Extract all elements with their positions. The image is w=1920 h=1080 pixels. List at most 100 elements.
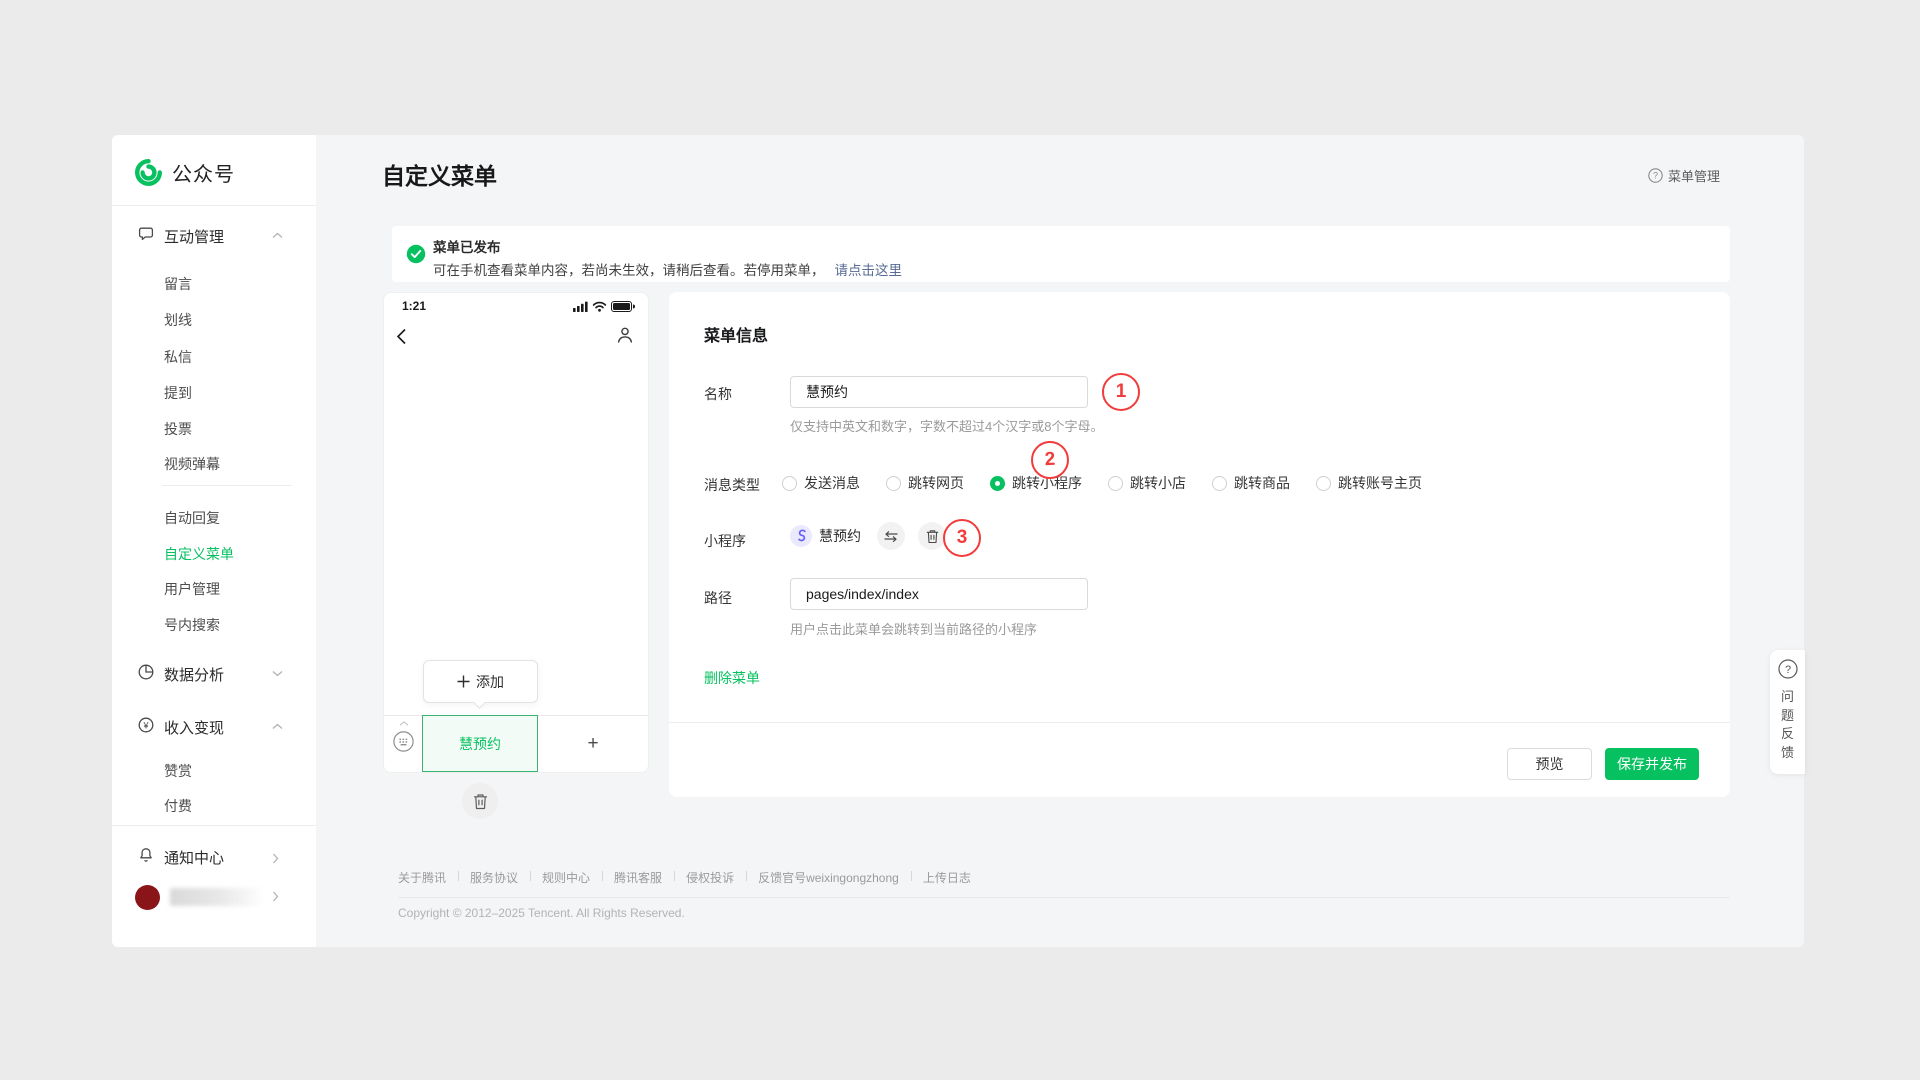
help-link-label: 菜单管理 — [1668, 166, 1720, 185]
feedback-tab[interactable]: ? 问 题 反 馈 — [1770, 650, 1805, 774]
footer-link-terms[interactable]: 服务协议 — [458, 869, 530, 886]
radio-open-profile[interactable]: 跳转账号主页 — [1316, 473, 1422, 493]
sidebar-item-user-management[interactable]: 用户管理 — [164, 579, 220, 597]
menu-info-panel: 菜单信息 名称 仅支持中英文和数字，字数不超过4个汉字或8个字母。 消息类型 发… — [669, 292, 1730, 797]
footer-link-report[interactable]: 侵权投诉 — [674, 869, 746, 886]
phone-preview: 1:21 添加 — [383, 292, 649, 773]
sidebar-item-label: 通知中心 — [164, 847, 224, 868]
pie-chart-icon — [137, 663, 155, 681]
sidebar-item-notification-center[interactable]: 通知中心 — [112, 845, 316, 867]
menu-management-help-link[interactable]: ? 菜单管理 — [1648, 166, 1720, 185]
message-type-radio-group: 发送消息 跳转网页 跳转小程序 跳转小店 跳转商品 跳转账号主页 — [782, 473, 1422, 493]
sidebar-group-analytics[interactable]: 数据分析 — [112, 662, 316, 684]
radio-open-shop[interactable]: 跳转小店 — [1108, 473, 1186, 493]
form-title: 菜单信息 — [704, 322, 768, 346]
phone-menu-item-selected[interactable]: 慧预约 — [422, 715, 538, 772]
sidebar-item-custom-menu[interactable]: 自定义菜单 — [164, 544, 234, 562]
account-name-redacted — [170, 888, 265, 906]
wechat-official-logo-icon — [134, 158, 163, 187]
path-input[interactable] — [790, 578, 1088, 610]
sidebar-item-auto-reply[interactable]: 自动回复 — [164, 508, 220, 526]
footer-link-feedback-account[interactable]: 反馈官号weixingongzhong — [746, 869, 911, 886]
banner-title: 菜单已发布 — [433, 236, 501, 256]
name-label: 名称 — [704, 384, 732, 404]
radio-circle-icon — [1212, 476, 1227, 491]
sidebar-item-messages[interactable]: 私信 — [164, 347, 192, 365]
divider — [112, 205, 316, 206]
footer-link-support[interactable]: 腾讯客服 — [602, 869, 674, 886]
sidebar-item-polls[interactable]: 投票 — [164, 419, 192, 437]
swap-miniprogram-button[interactable] — [877, 522, 905, 550]
chat-bubble-icon — [137, 225, 155, 243]
radio-circle-icon — [782, 476, 797, 491]
radio-open-miniprogram[interactable]: 跳转小程序 — [990, 473, 1082, 493]
radio-label: 跳转账号主页 — [1338, 473, 1422, 493]
sidebar-item-comments[interactable]: 留言 — [164, 274, 192, 292]
miniprogram-label: 小程序 — [704, 531, 746, 551]
message-type-label: 消息类型 — [704, 475, 760, 495]
feedback-char: 馈 — [1770, 744, 1805, 763]
sidebar-item-danmaku[interactable]: 视频弹幕 — [164, 454, 220, 472]
radio-circle-icon — [1316, 476, 1331, 491]
radio-label: 跳转网页 — [908, 473, 964, 493]
battery-icon — [611, 301, 635, 312]
chevron-down-icon — [272, 670, 283, 677]
annotation-circle-1: 1 — [1102, 373, 1140, 411]
feedback-char: 题 — [1770, 707, 1805, 726]
sidebar-item-mentions[interactable]: 提到 — [164, 383, 192, 401]
footer-link-about[interactable]: 关于腾讯 — [398, 869, 458, 886]
copyright-text: Copyright © 2012–2025 Tencent. All Right… — [398, 906, 685, 920]
content-area: 自定义菜单 ? 菜单管理 菜单已发布 可在手机查看菜单内容，若尚未生效，请稍后查… — [316, 135, 1804, 947]
success-check-icon — [406, 244, 426, 264]
sidebar-item-paid-content[interactable]: 付费 — [164, 796, 192, 814]
sidebar-group-interaction[interactable]: 互动管理 — [112, 224, 316, 246]
radio-circle-icon — [1108, 476, 1123, 491]
miniprogram-logo-icon — [790, 525, 812, 547]
name-input[interactable] — [790, 376, 1088, 408]
svg-text:?: ? — [1784, 664, 1790, 676]
sidebar-group-label: 互动管理 — [164, 226, 224, 247]
radio-circle-icon — [886, 476, 901, 491]
preview-button[interactable]: 预览 — [1507, 748, 1592, 780]
radio-open-webpage[interactable]: 跳转网页 — [886, 473, 964, 493]
radio-open-product[interactable]: 跳转商品 — [1212, 473, 1290, 493]
phone-add-menu-slot[interactable]: + — [538, 716, 648, 772]
sidebar-item-tipping[interactable]: 赞赏 — [164, 761, 192, 779]
publish-success-banner: 菜单已发布 可在手机查看菜单内容，若尚未生效，请稍后查看。若停用菜单，请点击这里 — [392, 226, 1730, 282]
radio-circle-icon — [990, 476, 1005, 491]
chevron-right-icon — [272, 853, 279, 864]
wifi-icon — [592, 301, 607, 312]
sidebar-group-label: 收入变现 — [164, 717, 224, 738]
keyboard-icon[interactable] — [393, 731, 414, 752]
footer-link-rules[interactable]: 规则中心 — [530, 869, 602, 886]
sidebar-group-monetization[interactable]: ¥ 收入变现 — [112, 715, 316, 737]
delete-drop-zone-button[interactable] — [462, 783, 498, 819]
remove-miniprogram-button[interactable] — [918, 522, 946, 550]
bell-icon — [137, 846, 155, 864]
miniprogram-name: 慧预约 — [819, 526, 861, 546]
question-circle-icon: ? — [1648, 168, 1663, 183]
radio-send-message[interactable]: 发送消息 — [782, 473, 860, 493]
disable-menu-link[interactable]: 请点击这里 — [835, 263, 903, 278]
account-row[interactable] — [112, 883, 316, 921]
main-window: 公众号 互动管理 留言 划线 私信 提到 投票 视频弹幕 自动回复 自定义菜单 … — [112, 135, 1804, 947]
save-and-publish-button[interactable]: 保存并发布 — [1605, 748, 1699, 780]
delete-menu-link[interactable]: 删除菜单 — [704, 668, 760, 688]
sidebar-item-underline[interactable]: 划线 — [164, 310, 192, 328]
back-chevron-icon[interactable] — [396, 328, 407, 345]
feedback-char: 反 — [1770, 725, 1805, 744]
phone-menu-bar: 慧预约 + — [384, 715, 648, 772]
path-hint: 用户点击此菜单会跳转到当前路径的小程序 — [790, 619, 1037, 638]
yen-circle-icon: ¥ — [137, 716, 155, 734]
chevron-up-icon — [272, 232, 283, 239]
signal-bars-icon — [573, 301, 588, 312]
question-circle-icon: ? — [1778, 659, 1798, 679]
add-button-label: 添加 — [476, 672, 504, 692]
sidebar-item-account-search[interactable]: 号内搜索 — [164, 615, 220, 633]
miniprogram-value-row: 慧预约 — [790, 522, 946, 550]
divider — [162, 485, 292, 486]
profile-person-icon[interactable] — [615, 325, 635, 345]
phone-status-time: 1:21 — [402, 299, 426, 313]
footer-link-upload-log[interactable]: 上传日志 — [911, 869, 983, 886]
footer-links: 关于腾讯 服务协议 规则中心 腾讯客服 侵权投诉 反馈官号weixingongz… — [398, 869, 983, 886]
